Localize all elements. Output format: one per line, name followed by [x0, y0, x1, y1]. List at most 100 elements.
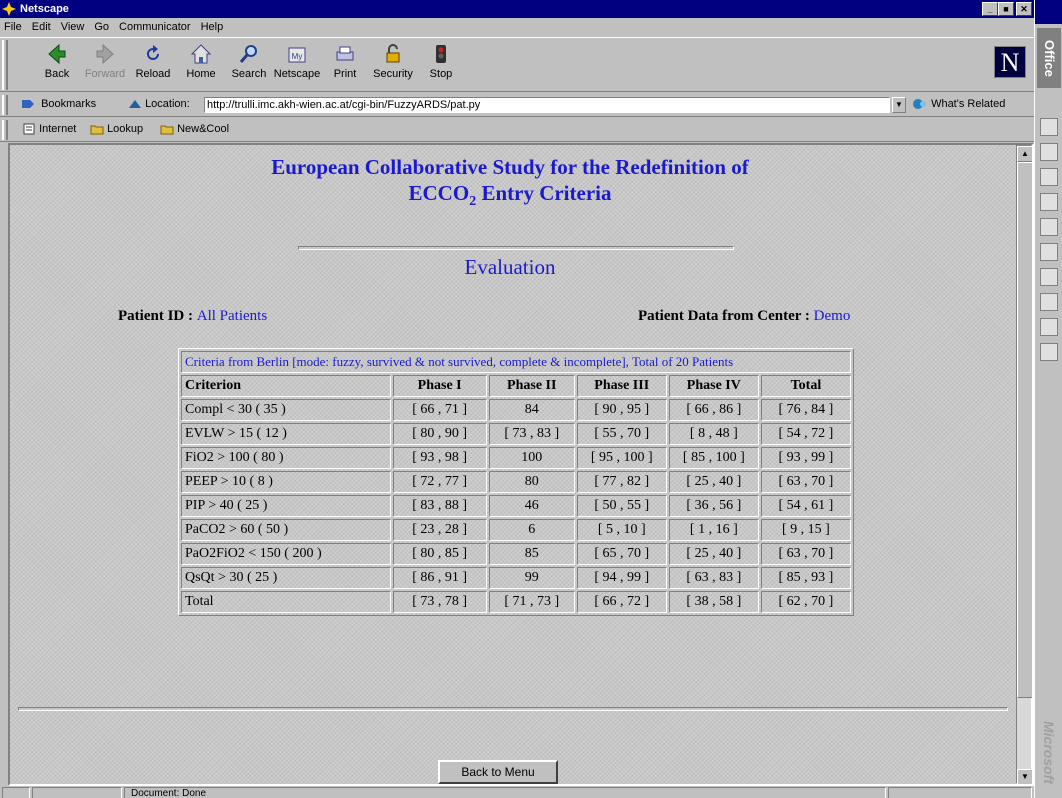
page-title-line1: European Collaborative Study for the Red…	[271, 155, 749, 179]
scroll-thumb[interactable]	[1017, 162, 1032, 698]
value-cell: [ 54 , 61 ]	[760, 495, 851, 517]
url-dropdown-button[interactable]: ▼	[892, 97, 906, 113]
office-bar-header[interactable]	[1035, 0, 1062, 24]
patient-id-label: Patient ID :	[118, 308, 193, 324]
value-cell: [ 77 , 82 ]	[576, 471, 667, 493]
title-bar[interactable]: Netscape _ ■ ✕	[0, 0, 1034, 18]
table-caption: Criteria from Berlin [mode: fuzzy, survi…	[181, 351, 851, 373]
value-cell: [ 23 , 28 ]	[392, 519, 487, 541]
value-cell: 84	[488, 399, 575, 421]
page-proxy-icon[interactable]	[128, 98, 142, 110]
criterion-cell: PEEP > 10 ( 8 )	[181, 471, 391, 493]
forward-arrow-icon	[96, 43, 114, 65]
netscape-logo[interactable]: N	[994, 46, 1026, 78]
value-cell: [ 63 , 70 ]	[760, 471, 851, 493]
back-to-menu-button[interactable]: Back to Menu	[438, 760, 558, 784]
search-icon	[239, 45, 257, 63]
office-app-icon[interactable]	[1040, 343, 1058, 361]
back-button[interactable]: Back	[32, 42, 82, 80]
print-button[interactable]: Print	[320, 42, 370, 80]
vertical-scrollbar[interactable]: ▲ ▼	[1016, 145, 1032, 784]
criterion-cell: PIP > 40 ( 25 )	[181, 495, 391, 517]
value-cell: [ 73 , 78 ]	[392, 591, 487, 613]
table-row: PaO2FiO2 < 150 ( 200 )[ 80 , 85 ] 85[ 65 …	[181, 543, 851, 565]
stop-icon	[436, 45, 446, 63]
office-label: Office	[1037, 28, 1061, 88]
menu-help[interactable]: Help	[201, 21, 224, 33]
search-button[interactable]: Search	[224, 42, 274, 80]
criterion-cell: QsQt > 30 ( 25 )	[181, 567, 391, 589]
center-value: Demo	[813, 308, 851, 324]
table-caption-row: Criteria from Berlin [mode: fuzzy, survi…	[181, 351, 851, 373]
whats-related-label: What's Related	[931, 98, 1006, 110]
forward-label: Forward	[84, 68, 126, 80]
criterion-cell: Compl < 30 ( 35 )	[181, 399, 391, 421]
personal-internet[interactable]: Internet	[22, 123, 76, 135]
header-phase-2: Phase II	[488, 375, 575, 397]
note-icon[interactable]	[1040, 293, 1058, 311]
home-button[interactable]: Home	[176, 42, 226, 80]
menu-file[interactable]: File	[4, 21, 22, 33]
netscape-app-icon	[2, 2, 16, 16]
task-icon[interactable]	[1040, 218, 1058, 236]
menu-communicator[interactable]: Communicator	[119, 21, 191, 33]
stop-button[interactable]: Stop	[416, 42, 466, 80]
value-cell: [ 66 , 71 ]	[392, 399, 487, 421]
security-button[interactable]: Security	[368, 42, 418, 80]
home-label: Home	[186, 68, 216, 80]
value-cell: 46	[488, 495, 575, 517]
back-arrow-icon	[48, 43, 66, 65]
navigation-toolbar: Back Forward Reload Home Search My Netsc…	[0, 37, 1034, 92]
minimize-button[interactable]: _	[982, 2, 998, 16]
menu-edit[interactable]: Edit	[32, 21, 51, 33]
maximize-button[interactable]: ■	[998, 2, 1014, 16]
home-icon	[190, 44, 212, 64]
folder-icon	[160, 125, 174, 135]
print-icon	[336, 46, 354, 61]
value-cell: [ 62 , 70 ]	[760, 591, 851, 613]
forward-button[interactable]: Forward	[80, 42, 130, 80]
value-cell: [ 55 , 70 ]	[576, 423, 667, 445]
status-bar: Document: Done	[0, 786, 1034, 798]
calendar-icon[interactable]	[1040, 193, 1058, 211]
value-cell: [ 80 , 85 ]	[392, 543, 487, 565]
help-icon[interactable]	[1040, 318, 1058, 336]
office-shortcut-icon[interactable]	[1040, 118, 1058, 136]
patient-id-value: All Patients	[196, 308, 268, 324]
title-ecco-text: ECCO	[408, 181, 470, 205]
menu-go[interactable]: Go	[94, 21, 109, 33]
window-title: Netscape	[20, 3, 69, 15]
contact-icon[interactable]	[1040, 243, 1058, 261]
office-shortcut-bar: Office Microsoft	[1034, 0, 1062, 798]
criterion-cell: Total	[181, 591, 391, 613]
status-text: Document: Done	[124, 787, 886, 798]
personal-newcool[interactable]: New&Cool	[160, 123, 229, 135]
reload-label: Reload	[135, 68, 171, 80]
whats-related-button[interactable]: What's Related	[912, 98, 1005, 110]
new-document-icon[interactable]	[1040, 168, 1058, 186]
close-button[interactable]: ✕	[1016, 2, 1032, 16]
menu-view[interactable]: View	[61, 21, 85, 33]
bookmarks-button[interactable]: Bookmarks	[20, 98, 96, 110]
url-input[interactable]	[204, 97, 890, 113]
bookmarks-label: Bookmarks	[41, 98, 97, 110]
personal-lookup[interactable]: Lookup	[90, 123, 143, 135]
criterion-cell: PaO2FiO2 < 150 ( 200 )	[181, 543, 391, 565]
value-cell: [ 71 , 73 ]	[488, 591, 575, 613]
toolbar-grip[interactable]	[2, 40, 8, 90]
value-cell: [ 63 , 83 ]	[668, 567, 759, 589]
scroll-down-button[interactable]: ▼	[1017, 769, 1032, 784]
criterion-cell: FiO2 > 100 ( 80 )	[181, 447, 391, 469]
value-cell: [ 54 , 72 ]	[760, 423, 851, 445]
netscape-button[interactable]: My Netscape	[272, 42, 322, 80]
scroll-up-button[interactable]: ▲	[1017, 146, 1032, 162]
reload-button[interactable]: Reload	[128, 42, 178, 80]
personal-grip[interactable]	[2, 120, 8, 140]
open-folder-icon[interactable]	[1040, 143, 1058, 161]
connection-status-icon[interactable]	[2, 787, 30, 798]
bookmark-icon	[22, 100, 34, 109]
search-label: Search	[231, 68, 267, 80]
progress-panel	[32, 787, 122, 798]
journal-icon[interactable]	[1040, 268, 1058, 286]
location-grip[interactable]	[2, 95, 8, 115]
